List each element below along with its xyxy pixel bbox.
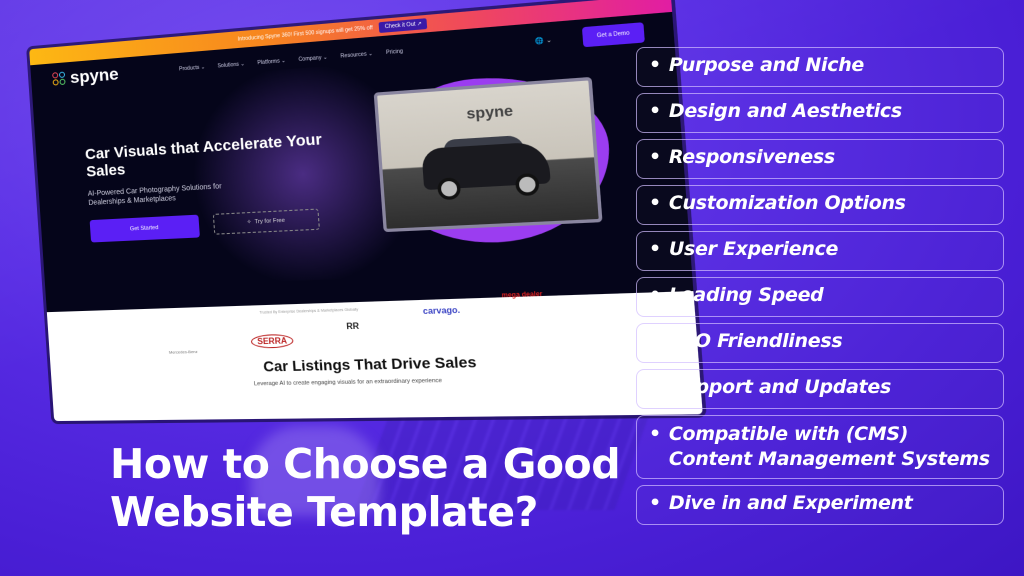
headline-line-1: How to Choose a Good (110, 440, 621, 488)
section-subtitle: Leverage AI to create engaging visuals f… (253, 377, 443, 388)
checklist: • Purpose and Niche • Design and Aesthet… (636, 47, 1004, 531)
nav-platforms[interactable]: Platforms ⌄ (257, 58, 286, 67)
nav-pricing[interactable]: Pricing (386, 48, 403, 56)
checklist-item: • User Experience (636, 231, 1004, 271)
trusted-section: Trusted By Enterprise Dealerships & Mark… (46, 291, 703, 422)
bullet-icon: • (649, 238, 661, 260)
checklist-label-line-1: Compatible with (CMS) (668, 423, 909, 445)
car-wheel-front (436, 177, 462, 201)
checklist-label: Loading Speed (668, 284, 824, 306)
checklist-label: Design and Aesthetics (668, 100, 902, 122)
checklist-item: • Customization Options (636, 185, 1004, 225)
car-card-logo: spyne (465, 101, 514, 123)
get-started-button[interactable]: Get Started (89, 215, 200, 243)
checklist-item: • Support and Updates (636, 369, 1004, 409)
brand-mega-dealer: mega dealer (501, 291, 543, 300)
checklist-label: Responsiveness (668, 146, 835, 168)
checklist-label: Purpose and Niche (668, 54, 865, 76)
brand-rolls-royce: RR (346, 321, 360, 332)
checklist-item: • Dive in and Experiment (636, 485, 1004, 525)
sparkle-icon: ✧ (246, 219, 252, 227)
checklist-item: • SEO Friendliness (636, 323, 1004, 363)
hero-title: Car Visuals that Accelerate Your Sales (84, 130, 323, 181)
nav-solutions[interactable]: Solutions ⌄ (217, 61, 245, 69)
bullet-icon: • (649, 54, 661, 76)
bullet-icon: • (649, 192, 661, 214)
checklist-label: Customization Options (668, 192, 906, 214)
page-headline: How to Choose a Good Website Template? (110, 440, 621, 537)
headline-line-2: Website Template? (110, 488, 538, 537)
laptop-screenshot: Introducing Spyne 360! First 500 signups… (20, 0, 718, 429)
bullet-icon: • (649, 376, 661, 398)
car-image-card: spyne (373, 76, 603, 233)
bullet-icon: • (649, 146, 661, 168)
checklist-item: • Responsiveness (636, 139, 1004, 179)
checklist-item: • Loading Speed (636, 277, 1004, 317)
checklist-label: Dive in and Experiment (668, 492, 913, 514)
brand-serra: SERRA (250, 333, 294, 349)
spyne-logo[interactable]: spyne (52, 64, 119, 90)
get-a-demo-button[interactable]: Get a Demo (581, 22, 645, 48)
try-for-free-label: Try for Free (254, 218, 286, 226)
checklist-item: • Design and Aesthetics (636, 93, 1004, 133)
hero: Car Visuals that Accelerate Your Sales A… (84, 128, 362, 243)
bullet-icon: • (649, 284, 661, 306)
checklist-item: • Compatible with (CMS) Content Manageme… (636, 415, 1004, 479)
language-selector[interactable]: 🌐 ⌄ (535, 36, 552, 45)
nav-resources[interactable]: Resources ⌄ (340, 51, 373, 60)
nav-products[interactable]: Products ⌄ (179, 64, 205, 72)
section-title: Car Listings That Drive Sales (262, 353, 477, 375)
nav-right: 🌐 ⌄ Get a Demo (535, 22, 645, 51)
brand-carvago: carvago. (422, 305, 461, 317)
checklist-label-line-2: Content Management Systems (668, 447, 990, 470)
bullet-icon: • (649, 330, 661, 352)
bullet-icon: • (649, 423, 661, 445)
try-for-free-button[interactable]: ✧ Try for Free (212, 208, 320, 236)
checklist-item: • Purpose and Niche (636, 47, 1004, 87)
checklist-label: SEO Friendliness (668, 330, 843, 352)
spyne-logo-icon (52, 71, 67, 86)
bullet-icon: • (649, 492, 661, 514)
car-wheel-rear (514, 172, 540, 197)
logo-text: spyne (69, 64, 120, 88)
checklist-label: Compatible with (CMS) Content Management… (669, 422, 990, 471)
trusted-text: Trusted By Enterprise Dealerships & Mark… (259, 307, 359, 315)
bullet-icon: • (649, 100, 661, 122)
brand-mercedes: Mercedes-Benz (168, 348, 198, 355)
hero-subtitle: AI-Powered Car Photography Solutions for… (87, 182, 222, 207)
nav-company[interactable]: Company ⌄ (298, 54, 327, 63)
checklist-label: Support and Updates (668, 376, 891, 398)
check-it-out-button[interactable]: Check it Out ↗ (378, 18, 428, 33)
checklist-label: User Experience (668, 238, 839, 260)
website-screen: Introducing Spyne 360! First 500 signups… (29, 0, 703, 422)
